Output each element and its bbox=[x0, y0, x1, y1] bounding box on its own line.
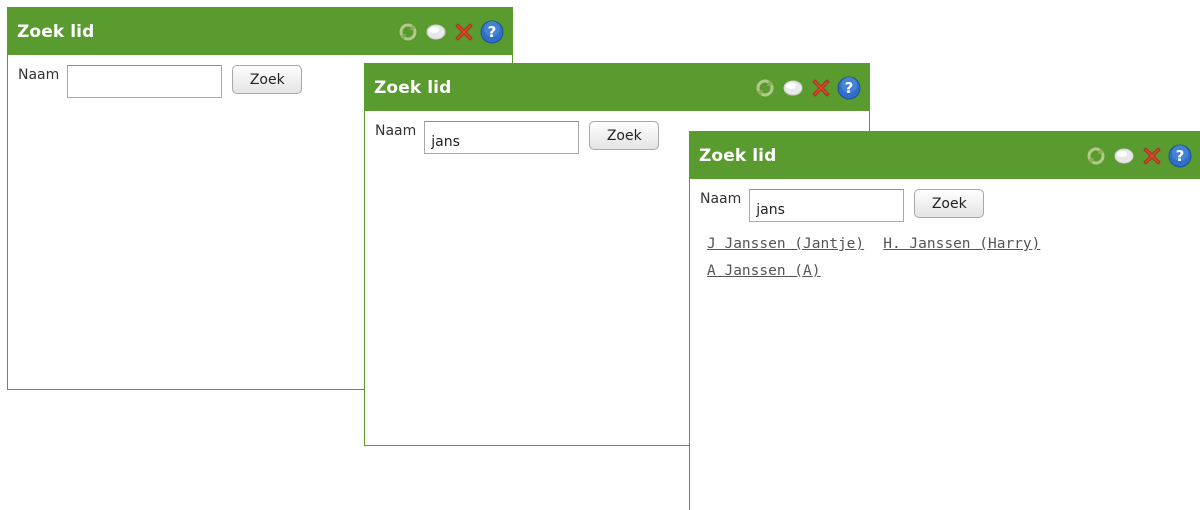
help-icon[interactable]: ? bbox=[837, 76, 861, 100]
svg-text:?: ? bbox=[1176, 147, 1185, 165]
help-icon[interactable]: ? bbox=[1168, 144, 1192, 168]
naam-label: Naam bbox=[18, 67, 60, 83]
search-results: J Janssen (Jantje) H. Janssen (Harry) A … bbox=[700, 230, 1107, 284]
zoek-button[interactable]: Zoek bbox=[589, 121, 660, 150]
help-icon[interactable]: ? bbox=[480, 20, 504, 44]
svg-text:?: ? bbox=[488, 23, 497, 41]
minimize-icon[interactable] bbox=[1112, 144, 1136, 168]
naam-label: Naam bbox=[375, 123, 417, 139]
close-icon[interactable] bbox=[809, 76, 833, 100]
refresh-icon[interactable] bbox=[753, 76, 777, 100]
zoek-lid-window-3: Zoek lid ? Naam Zoek J Janssen (Jantje) … bbox=[689, 131, 1200, 510]
minimize-icon[interactable] bbox=[781, 76, 805, 100]
window-tools: ? bbox=[753, 76, 861, 100]
naam-label: Naam bbox=[700, 191, 742, 207]
refresh-icon[interactable] bbox=[1084, 144, 1108, 168]
close-icon[interactable] bbox=[452, 20, 476, 44]
window-tools: ? bbox=[396, 20, 504, 44]
zoek-button[interactable]: Zoek bbox=[232, 65, 303, 94]
naam-input[interactable] bbox=[424, 121, 580, 154]
naam-input[interactable] bbox=[749, 189, 905, 222]
window-tools: ? bbox=[1084, 144, 1192, 168]
window-titlebar[interactable]: Zoek lid ? bbox=[690, 132, 1200, 179]
window-titlebar[interactable]: Zoek lid ? bbox=[8, 8, 512, 55]
result-link[interactable]: A Janssen (A) bbox=[707, 263, 821, 279]
window-body: Naam Zoek J Janssen (Jantje) H. Janssen … bbox=[690, 179, 1200, 284]
zoek-button[interactable]: Zoek bbox=[914, 189, 985, 218]
naam-input[interactable] bbox=[67, 65, 223, 98]
search-row: Naam Zoek bbox=[700, 189, 1190, 222]
result-link[interactable]: J Janssen (Jantje) bbox=[707, 236, 864, 252]
svg-text:?: ? bbox=[845, 79, 854, 97]
result-link[interactable]: H. Janssen (Harry) bbox=[883, 236, 1040, 252]
minimize-icon[interactable] bbox=[424, 20, 448, 44]
window-title: Zoek lid bbox=[17, 21, 95, 42]
window-title: Zoek lid bbox=[699, 145, 777, 166]
window-titlebar[interactable]: Zoek lid ? bbox=[365, 64, 869, 111]
refresh-icon[interactable] bbox=[396, 20, 420, 44]
close-icon[interactable] bbox=[1140, 144, 1164, 168]
window-title: Zoek lid bbox=[374, 77, 452, 98]
